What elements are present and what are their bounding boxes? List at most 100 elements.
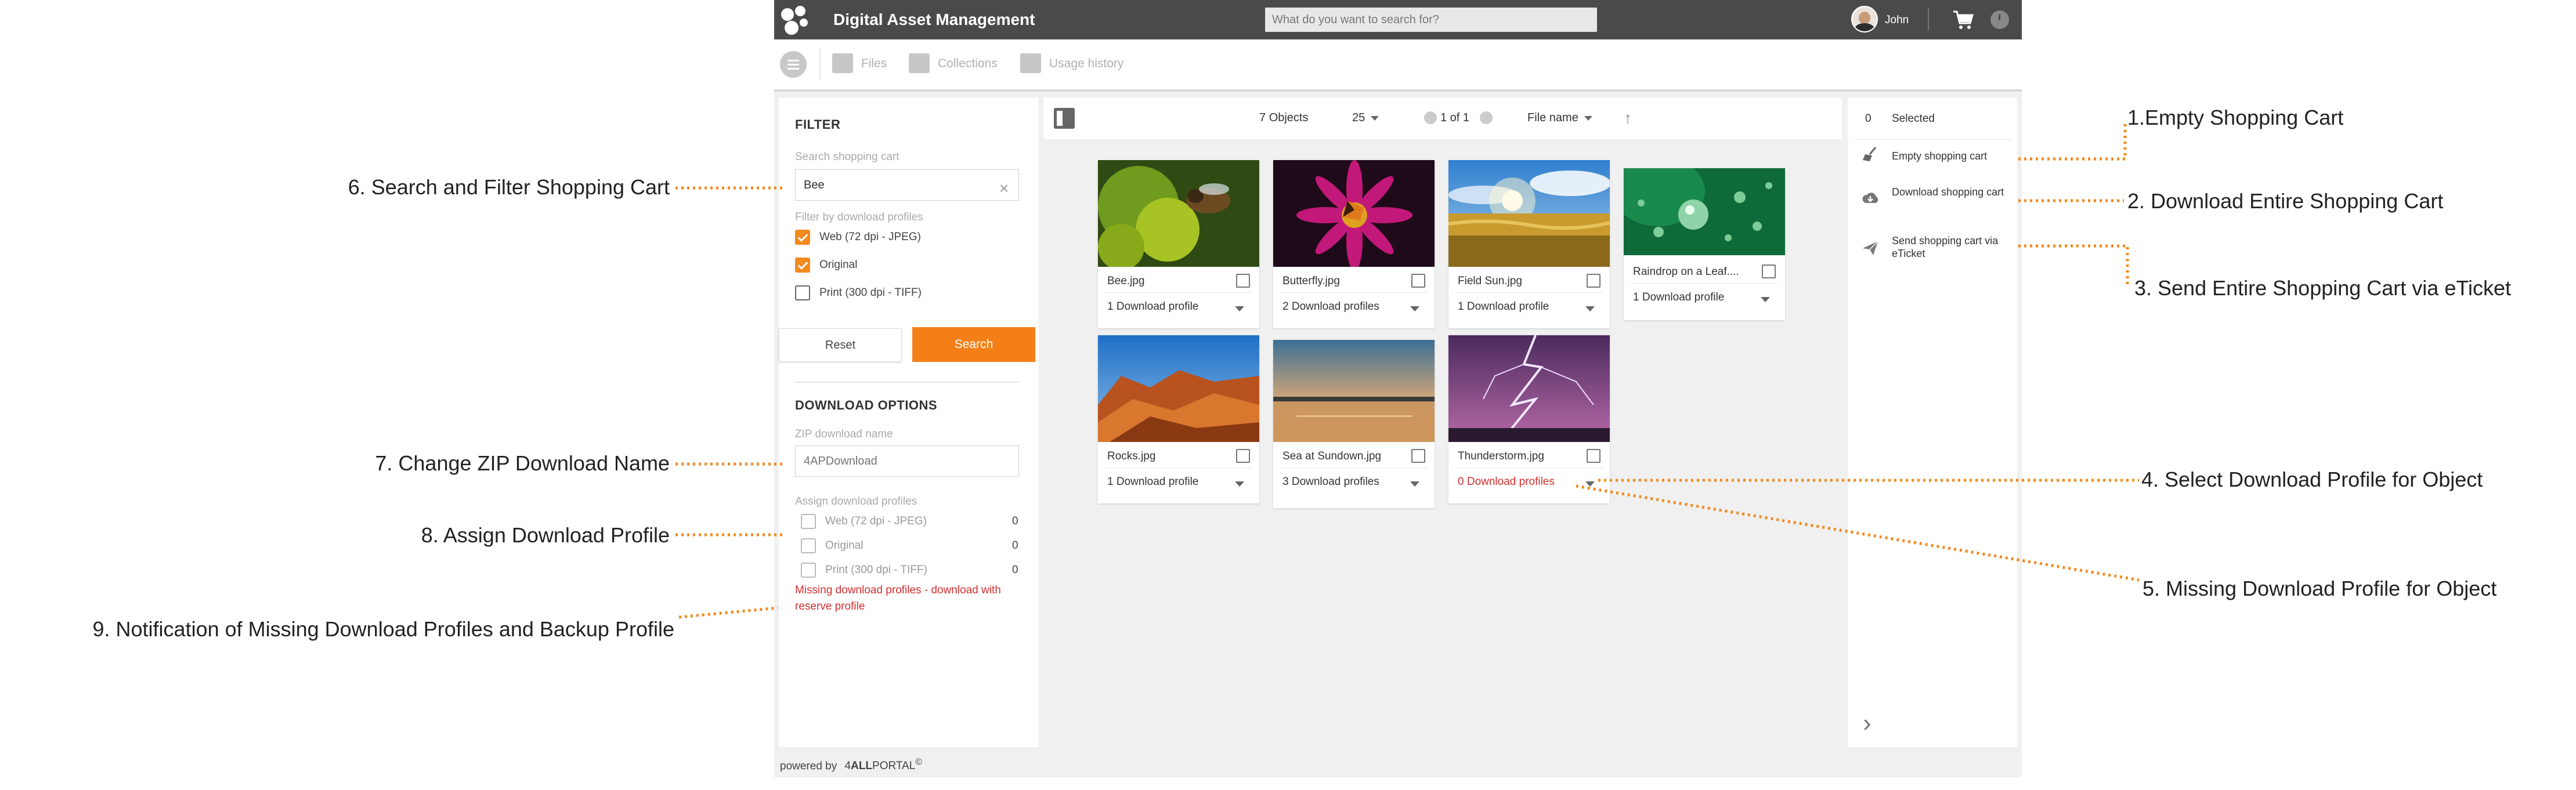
chevron-down-icon[interactable] — [1235, 306, 1244, 311]
content-toolbar: 7 Objects 25 1 of 1 File name ↑ — [1043, 97, 1842, 139]
object-card[interactable]: Bee.jpg 1 Download profile — [1098, 160, 1259, 328]
object-checkbox[interactable] — [1762, 264, 1776, 278]
filter-web-checkbox[interactable] — [795, 230, 810, 245]
object-checkbox[interactable] — [1587, 449, 1600, 463]
object-card[interactable]: Butterfly.jpg 2 Download profiles — [1273, 160, 1435, 328]
nav-divider — [819, 49, 821, 80]
object-name: Rocks.jpg — [1107, 450, 1156, 462]
object-name: Thunderstorm.jpg — [1458, 450, 1544, 462]
object-checkbox[interactable] — [1411, 274, 1425, 288]
object-checkbox[interactable] — [1587, 274, 1600, 288]
object-checkbox[interactable] — [1236, 449, 1250, 463]
history-icon[interactable] — [1020, 53, 1041, 73]
prev-page-icon[interactable] — [1424, 111, 1437, 124]
download-options-title: DOWNLOAD OPTIONS — [795, 398, 938, 412]
zip-name-label: ZIP download name — [795, 428, 893, 440]
object-profile-select[interactable]: 1 Download profile — [1107, 300, 1198, 313]
chevron-down-icon[interactable] — [1410, 306, 1419, 311]
object-profile-select[interactable]: 1 Download profile — [1633, 291, 1724, 304]
callout-send-cart: 3. Send Entire Shopping Cart via eTicket — [2134, 276, 2512, 300]
object-thumbnail[interactable] — [1098, 335, 1259, 442]
user-name[interactable]: John — [1885, 14, 1909, 27]
clear-icon[interactable]: × — [999, 179, 1009, 198]
broom-icon[interactable] — [1862, 146, 1879, 162]
object-thumbnail[interactable] — [1273, 340, 1435, 442]
nav-item-usage-history[interactable]: Usage history — [1049, 57, 1123, 71]
object-profile-select[interactable]: 3 Download profiles — [1282, 476, 1379, 488]
object-card[interactable]: Sea at Sundown.jpg 3 Download profiles — [1273, 340, 1435, 508]
object-thumbnail[interactable] — [1448, 335, 1610, 442]
assign-print-count: 0 — [1012, 564, 1018, 576]
chevron-down-icon[interactable] — [1410, 481, 1419, 487]
object-profile-select-missing[interactable]: 0 Download profiles — [1458, 476, 1555, 488]
pagination-text: 1 of 1 — [1440, 111, 1470, 124]
object-profile-select[interactable]: 1 Download profile — [1458, 300, 1549, 313]
zip-name-input[interactable] — [795, 445, 1019, 477]
section-divider — [795, 382, 1019, 383]
chevron-down-icon[interactable] — [1761, 297, 1770, 302]
brand-suffix: PORTAL — [872, 760, 916, 773]
download-cart-button[interactable]: Download shopping cart — [1892, 186, 2008, 198]
callout-select-profile: 4. Select Download Profile for Object — [2141, 468, 2483, 491]
avatar[interactable] — [1851, 6, 1878, 32]
menu-icon[interactable] — [780, 51, 807, 78]
filter-original-label: Original — [819, 259, 858, 271]
sort-select[interactable]: File name — [1527, 111, 1592, 125]
object-checkbox[interactable] — [1236, 274, 1250, 288]
object-profile-select[interactable]: 1 Download profile — [1107, 476, 1198, 488]
chevron-down-icon — [1371, 115, 1379, 121]
nav-item-files[interactable]: Files — [861, 57, 887, 71]
chevron-down-icon[interactable] — [1585, 306, 1595, 311]
clock-icon[interactable] — [1990, 10, 2009, 29]
filter-print-checkbox[interactable] — [795, 285, 810, 300]
callout-assign-profile: 8. Assign Download Profile — [421, 523, 670, 547]
assign-original-checkbox[interactable] — [801, 538, 816, 553]
chevron-down-icon[interactable] — [1585, 481, 1595, 487]
object-thumbnail[interactable] — [1448, 160, 1610, 267]
search-cart-input[interactable] — [795, 169, 1019, 201]
image-icon[interactable] — [832, 53, 853, 73]
nav-item-collections[interactable]: Collections — [938, 57, 998, 71]
filter-web-label: Web (72 dpi - JPEG) — [819, 231, 921, 243]
global-search-input[interactable] — [1265, 8, 1597, 32]
app-title: Digital Asset Management — [833, 10, 1035, 28]
page-size-value: 25 — [1352, 111, 1365, 124]
page-size-select[interactable]: 25 — [1352, 111, 1379, 125]
callout-missing-profile: 5. Missing Download Profile for Object — [2143, 577, 2497, 600]
object-thumbnail[interactable] — [1098, 160, 1259, 267]
assign-original-label: Original — [825, 539, 864, 552]
object-thumbnail[interactable] — [1624, 168, 1785, 255]
object-card[interactable]: Raindrop on a Leaf.... 1 Download profil… — [1624, 168, 1785, 320]
chevron-down-icon[interactable] — [1235, 481, 1244, 487]
object-name: Bee.jpg — [1107, 275, 1145, 287]
search-button[interactable]: Search — [912, 327, 1035, 362]
cloud-download-icon[interactable] — [1862, 190, 1879, 206]
shopping-cart-icon[interactable] — [1952, 9, 1974, 30]
send-cart-button[interactable]: Send shopping cart via eTicket — [1892, 234, 2008, 260]
object-profile-select[interactable]: 2 Download profiles — [1282, 300, 1379, 313]
send-icon[interactable] — [1862, 240, 1879, 256]
assign-print-checkbox[interactable] — [801, 563, 816, 578]
assign-web-label: Web (72 dpi - JPEG) — [825, 515, 927, 527]
collection-icon[interactable] — [909, 53, 930, 73]
next-page-icon[interactable] — [1480, 111, 1493, 124]
object-thumbnail[interactable] — [1273, 160, 1435, 267]
selected-label: Selected — [1892, 113, 1935, 125]
app-logo-icon[interactable] — [780, 6, 810, 35]
objects-count-value: 7 — [1259, 111, 1266, 124]
assign-web-checkbox[interactable] — [801, 514, 816, 529]
object-checkbox[interactable] — [1411, 449, 1425, 463]
chevron-right-icon[interactable]: › — [1863, 709, 1872, 738]
cart-actions-panel: 0 Selected Empty shopping cart Download … — [1848, 97, 2017, 747]
filter-print-label: Print (300 dpi - TIFF) — [819, 287, 922, 299]
leader-line-send-cart — [2018, 244, 2129, 288]
object-card[interactable]: Thunderstorm.jpg 0 Download profiles — [1448, 335, 1610, 503]
reset-button[interactable]: Reset — [779, 328, 902, 362]
leader-line-empty-cart — [2018, 123, 2127, 161]
object-card[interactable]: Field Sun.jpg 1 Download profile — [1448, 160, 1610, 328]
object-card[interactable]: Rocks.jpg 1 Download profile — [1098, 335, 1259, 503]
sort-ascending-icon[interactable]: ↑ — [1624, 109, 1632, 128]
empty-cart-button[interactable]: Empty shopping cart — [1892, 150, 2008, 162]
sidebar-toggle-icon[interactable] — [1054, 108, 1075, 129]
filter-original-checkbox[interactable] — [795, 258, 810, 273]
